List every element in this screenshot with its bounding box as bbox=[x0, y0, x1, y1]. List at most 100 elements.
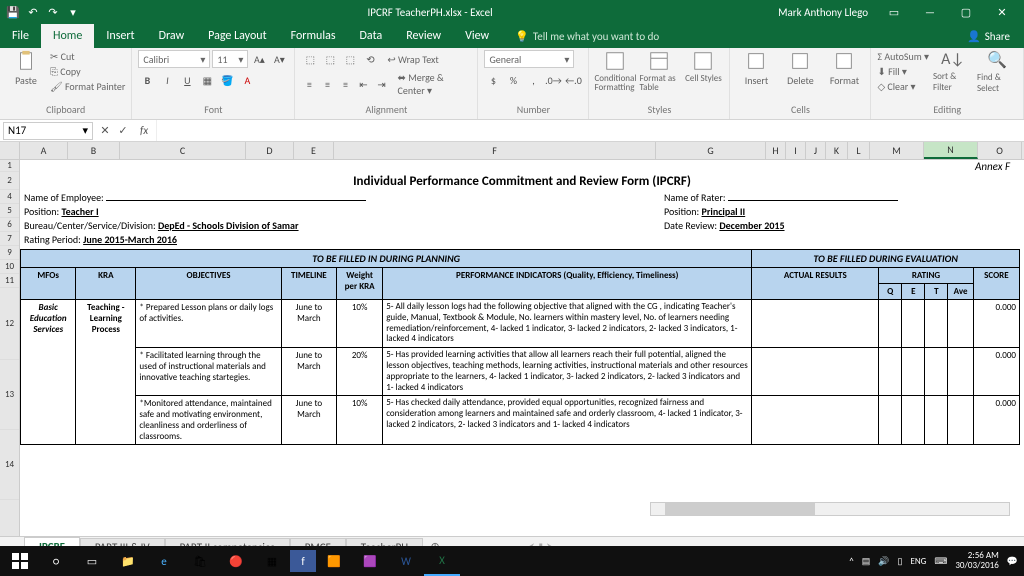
form-title: Individual Performance Commitment and Re… bbox=[20, 172, 1024, 191]
tab-draw[interactable]: Draw bbox=[147, 24, 197, 48]
share-button[interactable]: 👤 Share bbox=[953, 30, 1024, 43]
italic-icon[interactable]: I bbox=[158, 71, 176, 89]
number-format-select[interactable]: General▾ bbox=[484, 50, 574, 68]
align-left-icon[interactable]: ≡ bbox=[301, 75, 317, 93]
bold-icon[interactable]: B bbox=[138, 71, 156, 89]
volume-icon[interactable]: 🔊 bbox=[878, 556, 889, 567]
format-painter-button[interactable]: 🖌 Format Painter bbox=[50, 80, 125, 93]
app2-icon[interactable]: 🟪 bbox=[352, 546, 388, 576]
word-icon[interactable]: W bbox=[388, 546, 424, 576]
edge-icon[interactable]: e bbox=[146, 546, 182, 576]
battery-icon[interactable]: ▯ bbox=[897, 556, 902, 567]
name-box[interactable]: N17▾ bbox=[3, 122, 93, 140]
underline-icon[interactable]: U bbox=[178, 71, 196, 89]
column-headers[interactable]: A B C D E F G H I J K L M N O bbox=[0, 142, 1024, 160]
tab-insert[interactable]: Insert bbox=[94, 24, 146, 48]
delete-cells-button[interactable]: Delete bbox=[780, 50, 820, 87]
find-select-button[interactable]: 🔍Find & Select bbox=[977, 50, 1017, 94]
tab-page-layout[interactable]: Page Layout bbox=[196, 24, 278, 48]
conditional-formatting-button[interactable]: Conditional Formatting bbox=[595, 50, 635, 92]
app1-icon[interactable]: 🟧 bbox=[316, 546, 352, 576]
user-name[interactable]: Mark Anthony Llego bbox=[778, 6, 868, 19]
tab-formulas[interactable]: Formulas bbox=[279, 24, 348, 48]
sort-filter-button[interactable]: A↓Sort & Filter bbox=[933, 50, 973, 93]
notifications-icon[interactable]: 💬 bbox=[1007, 556, 1018, 567]
align-center-icon[interactable]: ≡ bbox=[319, 75, 335, 93]
dec-decimal-icon[interactable]: ←.0 bbox=[564, 71, 582, 89]
currency-icon[interactable]: $ bbox=[484, 71, 502, 89]
tab-file[interactable]: File bbox=[0, 24, 41, 48]
save-icon[interactable]: 💾 bbox=[4, 3, 22, 21]
lang-indicator[interactable]: ENG bbox=[910, 556, 926, 567]
fill-button[interactable]: ⬇ Fill ▾ bbox=[877, 65, 929, 78]
tray-up-icon[interactable]: ^ bbox=[849, 556, 853, 567]
align-right-icon[interactable]: ≡ bbox=[337, 75, 353, 93]
start-button[interactable] bbox=[2, 546, 38, 576]
facebook-icon[interactable]: f bbox=[290, 550, 316, 572]
ribbon: Paste ✂ Cut ⎘ Copy 🖌 Format Painter Clip… bbox=[0, 48, 1024, 120]
group-editing: Σ AutoSum ▾ ⬇ Fill ▾ ◇ Clear ▾ A↓Sort & … bbox=[871, 48, 1024, 119]
clock[interactable]: 2:56 AM 30/03/2016 bbox=[955, 551, 998, 571]
undo-icon[interactable]: ↶ bbox=[24, 3, 42, 21]
close-icon[interactable]: ✕ bbox=[984, 0, 1020, 24]
network-icon[interactable]: ▤ bbox=[862, 556, 871, 567]
align-middle-icon[interactable]: ⬚ bbox=[321, 50, 339, 68]
format-cells-button[interactable]: Format bbox=[824, 50, 864, 87]
tab-review[interactable]: Review bbox=[394, 24, 453, 48]
tab-home[interactable]: Home bbox=[41, 24, 94, 48]
orientation-icon[interactable]: ⟲ bbox=[361, 50, 379, 68]
group-alignment: ⬚ ⬚ ⬚ ⟲ ↩ Wrap Text ≡ ≡ ≡ ⇤ ⇥ ⬌ Merge & … bbox=[295, 48, 478, 119]
fx-icon[interactable]: fx bbox=[132, 124, 156, 137]
explorer-icon[interactable]: 📁 bbox=[110, 546, 146, 576]
keyboard-icon[interactable]: ⌨ bbox=[934, 556, 947, 567]
minimize-icon[interactable]: — bbox=[912, 0, 948, 24]
increase-font-icon[interactable]: A▴ bbox=[250, 50, 268, 68]
calculator-icon[interactable]: ▦ bbox=[254, 546, 290, 576]
border-icon[interactable]: ▦ bbox=[198, 71, 216, 89]
clear-button[interactable]: ◇ Clear ▾ bbox=[877, 80, 929, 93]
chrome-icon[interactable]: 🔴 bbox=[218, 546, 254, 576]
cell-styles-button[interactable]: Cell Styles bbox=[683, 50, 723, 83]
tab-data[interactable]: Data bbox=[348, 24, 395, 48]
cancel-icon[interactable]: ✕ bbox=[96, 122, 114, 140]
maximize-icon[interactable]: ▢ bbox=[948, 0, 984, 24]
merge-center-button[interactable]: ⬌ Merge & Center ▾ bbox=[398, 71, 472, 97]
indent-dec-icon[interactable]: ⇤ bbox=[355, 75, 371, 93]
inc-decimal-icon[interactable]: .0→ bbox=[544, 71, 562, 89]
tell-me[interactable]: 💡 Tell me what you want to do bbox=[501, 30, 659, 43]
font-name-select[interactable]: Calibri▾ bbox=[138, 50, 210, 68]
formula-bar: N17▾ ✕ ✓ fx bbox=[0, 120, 1024, 142]
redo-icon[interactable]: ↷ bbox=[44, 3, 62, 21]
font-color-icon[interactable]: A bbox=[238, 71, 256, 89]
cells-area[interactable]: Annex F Individual Performance Commitmen… bbox=[20, 160, 1024, 536]
decrease-font-icon[interactable]: A▾ bbox=[270, 50, 288, 68]
fill-color-icon[interactable]: 🪣 bbox=[218, 71, 236, 89]
cut-button[interactable]: ✂ Cut bbox=[50, 50, 125, 63]
horizontal-scrollbar[interactable] bbox=[650, 502, 1010, 516]
tab-view[interactable]: View bbox=[453, 24, 501, 48]
enter-icon[interactable]: ✓ bbox=[114, 122, 132, 140]
formula-input[interactable] bbox=[156, 120, 1024, 141]
ribbon-options-icon[interactable]: ▭ bbox=[876, 0, 912, 24]
paste-button[interactable]: Paste bbox=[6, 50, 46, 87]
copy-button[interactable]: ⎘ Copy bbox=[50, 65, 125, 78]
row-headers[interactable]: 1 2 4 5 6 7 9 10 11 12 13 14 bbox=[0, 160, 20, 536]
percent-icon[interactable]: % bbox=[504, 71, 522, 89]
cortana-icon[interactable]: ○ bbox=[38, 546, 74, 576]
autosum-button[interactable]: Σ AutoSum ▾ bbox=[877, 50, 929, 63]
group-cells: Insert Delete Format Cells bbox=[730, 48, 871, 119]
comma-icon[interactable]: , bbox=[524, 71, 542, 89]
store-icon[interactable]: 🛍 bbox=[182, 546, 218, 576]
title-bar: 💾 ↶ ↷ ▾ IPCRF TeacherPH.xlsx - Excel Mar… bbox=[0, 0, 1024, 24]
wrap-text-button[interactable]: ↩ Wrap Text bbox=[387, 53, 438, 66]
insert-cells-button[interactable]: Insert bbox=[736, 50, 776, 87]
qa-more-icon[interactable]: ▾ bbox=[64, 3, 82, 21]
indent-inc-icon[interactable]: ⇥ bbox=[374, 75, 390, 93]
font-size-select[interactable]: 11▾ bbox=[212, 50, 248, 68]
task-view-icon[interactable]: ▭ bbox=[74, 546, 110, 576]
format-as-table-button[interactable]: Format as Table bbox=[639, 50, 679, 92]
taskbar: ○ ▭ 📁 e 🛍 🔴 ▦ f 🟧 🟪 W X ^ ▤ 🔊 ▯ ENG ⌨ 2:… bbox=[0, 546, 1024, 576]
align-top-icon[interactable]: ⬚ bbox=[301, 50, 319, 68]
excel-icon[interactable]: X bbox=[424, 546, 460, 576]
align-bottom-icon[interactable]: ⬚ bbox=[341, 50, 359, 68]
